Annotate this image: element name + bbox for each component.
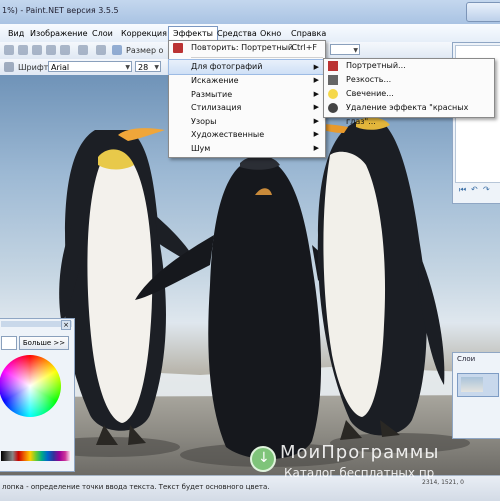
red-eye-item[interactable]: Удаление эффекта "красных глаз"...: [324, 101, 494, 126]
status-text: лопка - определение точки ввода текста. …: [2, 483, 270, 491]
color-palette[interactable]: [1, 451, 71, 461]
arrow-down-icon: ↓: [258, 450, 270, 466]
render-item[interactable]: Узоры ▶: [169, 115, 325, 129]
glow-label: Свечение...: [346, 89, 394, 98]
glow-item[interactable]: Свечение...: [324, 87, 494, 101]
glow-icon: [328, 89, 338, 99]
effects-menu: Повторить: Портретный Ctrl+F Для фотогра…: [168, 40, 326, 158]
units-combo[interactable]: ▼: [330, 44, 360, 55]
tool-icon[interactable]: [4, 62, 14, 72]
photo-effects-label: Для фотографий: [191, 62, 263, 71]
rewind-icon[interactable]: ⏮: [459, 185, 466, 195]
submenu-arrow-icon: ▶: [313, 130, 319, 138]
layer-thumbnail[interactable]: [457, 373, 499, 397]
sharpen-item[interactable]: Резкость...: [324, 73, 494, 87]
watermark-title: МоиПрограммы: [280, 442, 440, 463]
submenu-arrow-icon: ▶: [313, 116, 319, 125]
portrait-item[interactable]: Портретный...: [324, 59, 494, 73]
title-bar: 1%) - Paint.NET версия 3.5.5: [0, 0, 500, 25]
distort-item[interactable]: Искажение ▶: [169, 74, 325, 88]
more-colors-button[interactable]: Больше >>: [19, 336, 69, 350]
submenu-arrow-icon: ▶: [313, 143, 319, 152]
eye-icon: [328, 103, 338, 113]
artistic-item[interactable]: Художественные ▶: [169, 128, 325, 142]
font-size-value: 28: [138, 63, 149, 72]
submenu-arrow-icon: ▶: [313, 103, 319, 111]
render-label: Узоры: [191, 116, 217, 126]
window-title: 1%) - Paint.NET версия 3.5.5: [2, 6, 119, 15]
color-mode-combo[interactable]: [1, 336, 17, 350]
layer-preview: [461, 377, 483, 392]
penguin-left: [59, 128, 198, 445]
chevron-down-icon: ▼: [154, 64, 159, 71]
stylize-item[interactable]: Стилизация ▶: [169, 101, 325, 115]
font-size-combo[interactable]: 28 ▼: [135, 61, 161, 72]
sharpen-label: Резкость...: [346, 75, 392, 84]
noise-item[interactable]: Шум ▶: [169, 142, 325, 156]
font-label: Шрифт:: [18, 63, 52, 72]
artistic-label: Художественные: [191, 130, 265, 139]
submenu-arrow-icon: ▶: [313, 89, 319, 98]
cut-icon[interactable]: [4, 45, 14, 55]
font-value: Arial: [51, 63, 70, 72]
submenu-arrow-icon: ▶: [313, 63, 319, 71]
watermark-subtitle: Каталог бесплатных пр: [284, 466, 435, 480]
submenu-arrow-icon: ▶: [313, 76, 319, 84]
paste-icon[interactable]: [32, 45, 42, 55]
close-icon[interactable]: ×: [61, 320, 71, 330]
deselect-icon[interactable]: [60, 45, 70, 55]
download-logo-icon: ↓: [250, 446, 276, 472]
distort-label: Искажение: [191, 76, 239, 85]
menu-help[interactable]: Справка: [287, 27, 330, 41]
watermark: ↓ МоиПрограммы Каталог бесплатных пр: [250, 440, 496, 488]
stylize-label: Стилизация: [191, 103, 242, 112]
repeat-effect-label: Повторить: Портретный: [191, 43, 294, 52]
layers-title: Слои: [457, 355, 476, 363]
chevron-down-icon: ▼: [125, 64, 130, 71]
blur-item[interactable]: Размытие ▶: [169, 88, 325, 102]
menu-image[interactable]: Изображение: [26, 27, 92, 41]
menu-utilities[interactable]: Средства: [213, 27, 261, 41]
undo-icon[interactable]: [78, 45, 88, 55]
menu-adjustments[interactable]: Коррекция: [117, 27, 171, 41]
size-label: Размер о: [126, 46, 164, 55]
menu-layers[interactable]: Слои: [88, 27, 117, 41]
chevron-down-icon: ▼: [353, 47, 358, 54]
redo-icon[interactable]: [96, 45, 106, 55]
undo-history-icon[interactable]: ↶: [471, 185, 478, 194]
menu-effects[interactable]: Эффекты: [168, 26, 218, 41]
menu-window[interactable]: Окно: [256, 27, 285, 41]
portrait-icon: [328, 61, 338, 71]
menu-separator: [191, 57, 323, 58]
portrait-effect-icon: [173, 43, 183, 53]
redo-history-icon[interactable]: ↷: [483, 185, 490, 194]
color-wheel-white: [0, 355, 61, 417]
repeat-shortcut: Ctrl+F: [291, 43, 317, 52]
zoom-icon[interactable]: [112, 45, 122, 55]
color-wheel[interactable]: [0, 355, 61, 417]
blur-label: Размытие: [191, 89, 233, 99]
font-combo[interactable]: Arial ▼: [48, 61, 132, 72]
menu-view[interactable]: Вид: [4, 27, 28, 41]
portrait-label: Портретный...: [346, 61, 406, 70]
sharpen-icon: [328, 75, 338, 85]
repeat-effect-item[interactable]: Повторить: Портретный Ctrl+F: [169, 41, 325, 55]
layers-panel: Слои: [452, 352, 500, 439]
copy-icon[interactable]: [18, 45, 28, 55]
maximize-button[interactable]: [466, 2, 500, 22]
crop-icon[interactable]: [46, 45, 56, 55]
photo-submenu: Портретный... Резкость... Свечение... Уд…: [323, 58, 495, 126]
photo-effects-item[interactable]: Для фотографий ▶: [168, 59, 326, 75]
noise-label: Шум: [191, 143, 211, 153]
colors-panel: × Больше >>: [0, 318, 75, 472]
